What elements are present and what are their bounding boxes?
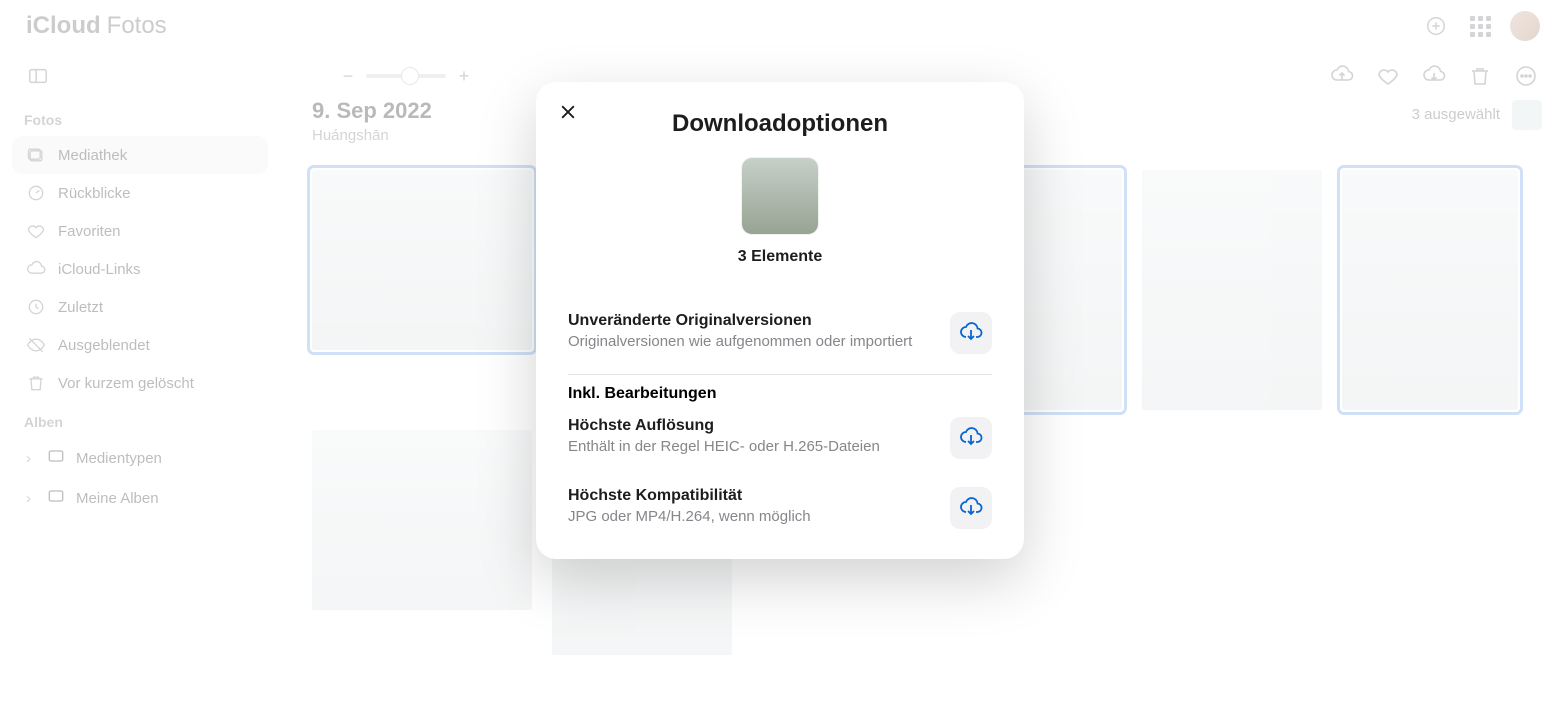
divider — [568, 374, 992, 375]
sidebar-toggle-icon[interactable] — [24, 62, 52, 90]
photo-thumbnail[interactable] — [1142, 170, 1322, 410]
chevron-right-icon: › — [26, 450, 36, 467]
download-icon[interactable] — [1420, 62, 1448, 90]
download-originals-button[interactable] — [950, 312, 992, 354]
sidebar-item-label: Meine Alben — [76, 490, 159, 507]
sidebar-item-label: Ausgeblendet — [58, 337, 150, 354]
selection-count: 3 ausgewählt — [1412, 106, 1500, 123]
option-description: Originalversionen wie aufgenommen oder i… — [568, 332, 934, 352]
section-heading-edits: Inkl. Bearbeitungen — [568, 385, 992, 403]
zoom-track[interactable] — [366, 74, 446, 78]
modal-preview-thumbnail — [742, 158, 818, 234]
upload-icon[interactable] — [1328, 62, 1356, 90]
content-location: Huángshān — [312, 127, 432, 144]
sidebar-item-label: Medientypen — [76, 450, 162, 467]
sidebar-heading-photos: Fotos — [12, 100, 268, 136]
folder-icon — [46, 486, 66, 510]
sidebar-album-my-albums[interactable]: › Meine Alben — [12, 478, 268, 518]
option-description: Enthält in der Regel HEIC- oder H.265-Da… — [568, 437, 934, 457]
app-launcher-icon[interactable] — [1466, 12, 1494, 40]
zoom-slider[interactable]: − + — [342, 66, 470, 87]
more-icon[interactable] — [1512, 62, 1540, 90]
trash-icon — [26, 373, 46, 393]
sidebar-item-recent[interactable]: Zuletzt — [12, 288, 268, 326]
zoom-thumb[interactable] — [401, 67, 419, 85]
download-compat-button[interactable] — [950, 487, 992, 529]
cloud-icon — [26, 259, 46, 279]
download-highres-button[interactable] — [950, 417, 992, 459]
sidebar-item-hidden[interactable]: Ausgeblendet — [12, 326, 268, 364]
heart-icon — [26, 221, 46, 241]
sidebar: Fotos Mediathek Rückblicke Favoriten iCl… — [0, 100, 280, 518]
option-title: Höchste Auflösung — [568, 417, 934, 435]
option-highest-compatibility: Höchste Kompatibilität JPG oder MP4/H.26… — [568, 475, 992, 529]
modal-title: Downloadoptionen — [568, 110, 992, 138]
option-title: Unveränderte Originalversionen — [568, 312, 934, 330]
account-avatar[interactable] — [1510, 11, 1540, 41]
sidebar-item-recently-deleted[interactable]: Vor kurzem gelöscht — [12, 364, 268, 402]
sidebar-item-library[interactable]: Mediathek — [12, 136, 268, 174]
content-header: 9. Sep 2022 Huángshān — [312, 98, 432, 144]
zoom-out-icon[interactable]: − — [342, 66, 354, 87]
photo-thumbnail[interactable] — [312, 430, 532, 610]
option-highest-resolution: Höchste Auflösung Enthält in der Regel H… — [568, 405, 992, 475]
sidebar-item-label: Rückblicke — [58, 185, 131, 202]
brand[interactable]: iCloud Fotos — [20, 12, 167, 40]
memories-icon — [26, 183, 46, 203]
sidebar-item-label: Zuletzt — [58, 299, 103, 316]
content-date: 9. Sep 2022 — [312, 98, 432, 124]
brand-app: Fotos — [107, 12, 167, 40]
option-unmodified-originals: Unveränderte Originalversionen Originalv… — [568, 300, 992, 370]
zoom-in-icon[interactable]: + — [458, 66, 470, 87]
sidebar-album-media-types[interactable]: › Medientypen — [12, 438, 268, 478]
sidebar-item-favorites[interactable]: Favoriten — [12, 212, 268, 250]
sidebar-item-icloud-links[interactable]: iCloud-Links — [12, 250, 268, 288]
selection-preview-thumb[interactable] — [1512, 100, 1542, 130]
photo-thumbnail[interactable] — [312, 170, 532, 350]
folder-icon — [46, 446, 66, 470]
sidebar-item-label: Vor kurzem gelöscht — [58, 375, 194, 392]
sidebar-heading-albums: Alben — [12, 402, 268, 438]
brand-icloud: iCloud — [26, 12, 101, 40]
option-description: JPG oder MP4/H.264, wenn möglich — [568, 507, 934, 527]
delete-icon[interactable] — [1466, 62, 1494, 90]
close-button[interactable] — [556, 100, 580, 124]
option-title: Höchste Kompatibilität — [568, 487, 934, 505]
chevron-right-icon: › — [26, 490, 36, 507]
sidebar-item-memories[interactable]: Rückblicke — [12, 174, 268, 212]
library-icon — [26, 145, 46, 165]
sidebar-item-label: Mediathek — [58, 147, 127, 164]
eye-off-icon — [26, 335, 46, 355]
modal-item-count: 3 Elemente — [738, 248, 822, 266]
add-icon[interactable] — [1422, 12, 1450, 40]
sidebar-item-label: iCloud-Links — [58, 261, 141, 278]
favorite-icon[interactable] — [1374, 62, 1402, 90]
sidebar-item-label: Favoriten — [58, 223, 121, 240]
photo-thumbnail[interactable] — [1342, 170, 1518, 410]
clock-icon — [26, 297, 46, 317]
top-bar: iCloud Fotos — [0, 0, 1560, 52]
download-options-modal: Downloadoptionen 3 Elemente Unveränderte… — [536, 82, 1024, 559]
